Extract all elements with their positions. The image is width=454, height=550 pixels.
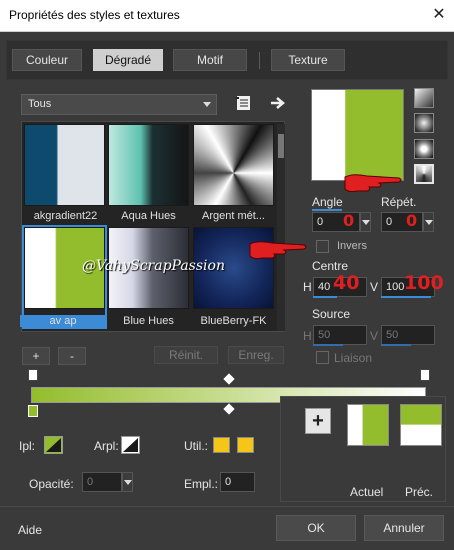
- add-swatch-button[interactable]: +: [305, 408, 331, 434]
- location-input[interactable]: 0: [220, 472, 255, 492]
- category-select[interactable]: Tous: [21, 94, 217, 115]
- scrollbar-thumb[interactable]: [278, 134, 284, 158]
- tab-couleur[interactable]: Couleur: [12, 49, 82, 71]
- previous-swatch[interactable]: [400, 404, 442, 446]
- opacity-stop-left[interactable]: [28, 369, 38, 381]
- tab-texture[interactable]: Texture: [271, 49, 345, 71]
- invert-checkbox[interactable]: [316, 240, 329, 253]
- centre-label: Centre: [312, 259, 349, 273]
- remove-gradient-button[interactable]: -: [58, 347, 86, 365]
- gallery-scrollbar[interactable]: [277, 124, 285, 331]
- reset-button[interactable]: Réinit.: [154, 346, 218, 364]
- sunburst-style-icon[interactable]: [414, 164, 434, 184]
- gradient-label: BlueBerry-FK: [200, 315, 267, 327]
- angle-dropdown[interactable]: [360, 212, 371, 232]
- current-swatch[interactable]: [347, 404, 389, 446]
- ipl-label: Ipl:: [19, 439, 36, 453]
- ok-button[interactable]: OK: [276, 515, 356, 541]
- tab-degrade[interactable]: Dégradé: [93, 49, 163, 71]
- chevron-down-icon: [362, 220, 370, 225]
- gradient-label: akgradient22: [33, 210, 98, 222]
- opacity-stop-right[interactable]: [420, 369, 430, 381]
- repeat-label: Répét.: [381, 195, 417, 209]
- angle-label: Angle: [312, 195, 343, 209]
- invert-label: Invers: [337, 240, 367, 252]
- chevron-down-icon: [203, 102, 211, 107]
- rectangular-style-icon[interactable]: [414, 113, 434, 133]
- empl-label: Empl.:: [184, 477, 219, 491]
- opacity-spinner[interactable]: 0: [82, 472, 122, 492]
- add-gradient-button[interactable]: +: [22, 347, 50, 365]
- cancel-button[interactable]: Annuler: [364, 515, 444, 541]
- hand-pointer-icon: [249, 241, 307, 260]
- angle-annotation: 0: [343, 211, 355, 230]
- current-label: Actuel: [350, 485, 384, 499]
- source-h-underline: [313, 344, 343, 346]
- util-label: Util.:: [184, 439, 208, 453]
- centre-h-underline: [313, 296, 337, 298]
- tab-separator: [259, 52, 260, 69]
- arrow-right-icon[interactable]: [269, 95, 287, 111]
- repeat-dropdown[interactable]: [423, 212, 434, 232]
- link-checkbox[interactable]: [316, 351, 329, 364]
- linear-style-icon[interactable]: [414, 88, 434, 108]
- source-v-underline: [381, 344, 411, 346]
- location-value: 0: [225, 476, 232, 488]
- watermark-text: @VahyScrapPassion: [82, 258, 225, 274]
- source-h-value: 50: [318, 329, 331, 341]
- util-color-swatch[interactable]: [213, 437, 230, 453]
- centre-h-label: H: [303, 280, 312, 294]
- source-v-value: 50: [386, 329, 399, 341]
- source-v-spinner[interactable]: 50: [381, 325, 435, 345]
- chevron-down-icon: [425, 220, 433, 225]
- util-color-swatch-2[interactable]: [237, 437, 254, 453]
- save-gradient-button[interactable]: Enreg.: [228, 346, 284, 364]
- opacity-value: 0: [87, 476, 94, 488]
- gradient-preview: [311, 89, 404, 181]
- color-stop-left[interactable]: [28, 405, 38, 417]
- gradient-thumb-akgradient22[interactable]: [24, 124, 105, 206]
- gradient-label: Argent mét...: [202, 210, 265, 222]
- title-bar: Propriétés des styles et textures ✕: [0, 0, 454, 32]
- source-h-spinner[interactable]: 50: [313, 325, 367, 345]
- document-list-icon[interactable]: [235, 95, 253, 111]
- help-link[interactable]: Aide: [18, 523, 42, 537]
- repeat-value: 0: [386, 216, 393, 228]
- centre-v-underline: [381, 296, 431, 298]
- chevron-down-icon: [124, 480, 132, 485]
- hand-pointer-icon: [344, 174, 402, 193]
- centre-v-label: V: [370, 280, 379, 294]
- gradient-thumb-aqua-hues[interactable]: [108, 124, 189, 206]
- radial-style-icon[interactable]: [414, 139, 434, 159]
- opacity-dropdown[interactable]: [122, 472, 133, 492]
- centre-v-annotation: 100: [404, 272, 444, 294]
- source-h-label: H: [303, 329, 312, 343]
- tab-motif[interactable]: Motif: [173, 49, 247, 71]
- gradient-label: Blue Hues: [123, 315, 174, 327]
- link-label: Liaison: [334, 351, 373, 365]
- centre-h-value: 40: [318, 281, 331, 293]
- angle-value: 0: [317, 216, 324, 228]
- source-v-label: V: [370, 329, 379, 343]
- background-swatch-icon[interactable]: [121, 436, 140, 454]
- gradient-label: Aqua Hues: [121, 210, 176, 222]
- category-select-value: Tous: [28, 98, 52, 110]
- previous-label: Préc.: [405, 485, 434, 499]
- first-plan-swatch-icon[interactable]: [44, 436, 63, 454]
- centre-v-value: 100: [386, 281, 405, 293]
- close-icon[interactable]: ✕: [429, 5, 449, 25]
- footer-separator: [0, 506, 454, 507]
- angle-underline: [312, 209, 342, 211]
- centre-h-annotation: 40: [333, 272, 360, 294]
- gradient-thumb-argent-metal[interactable]: [193, 124, 274, 206]
- opacity-label: Opacité:: [29, 477, 74, 491]
- repeat-annotation: 0: [406, 211, 418, 230]
- source-label: Source: [312, 307, 351, 321]
- window-title: Propriétés des styles et textures: [9, 8, 180, 22]
- gradient-label-selected: av ap: [20, 315, 106, 327]
- arpl-label: Arpl:: [94, 439, 119, 453]
